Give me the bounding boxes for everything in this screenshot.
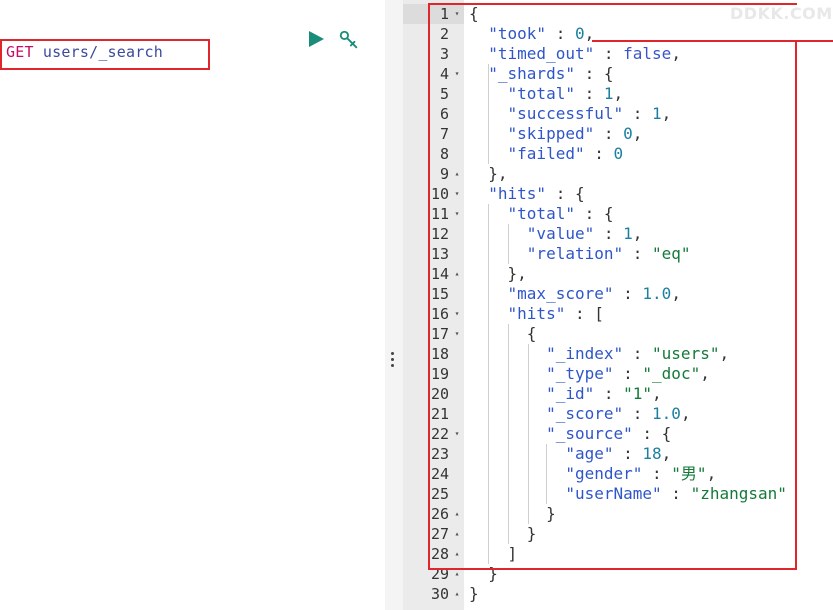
response-highlight-box — [428, 3, 797, 570]
code-token: } — [469, 584, 479, 603]
play-icon[interactable] — [306, 29, 326, 49]
code-text: } — [469, 584, 479, 604]
response-highlight-box-top — [592, 40, 833, 42]
watermark: DDKK.COM — [730, 4, 833, 23]
wrench-icon[interactable] — [338, 29, 360, 51]
fold-toggle-icon[interactable]: ▴ — [452, 584, 462, 604]
code-line: 30 ▴} — [403, 584, 833, 604]
response-highlight-box-right — [795, 40, 797, 570]
pane-splitter[interactable] — [385, 0, 403, 610]
request-editor[interactable]: GET users/_search — [0, 0, 385, 610]
request-highlight-box — [0, 39, 210, 70]
drag-handle-icon[interactable] — [391, 352, 395, 370]
line-number: 30 — [430, 585, 449, 603]
